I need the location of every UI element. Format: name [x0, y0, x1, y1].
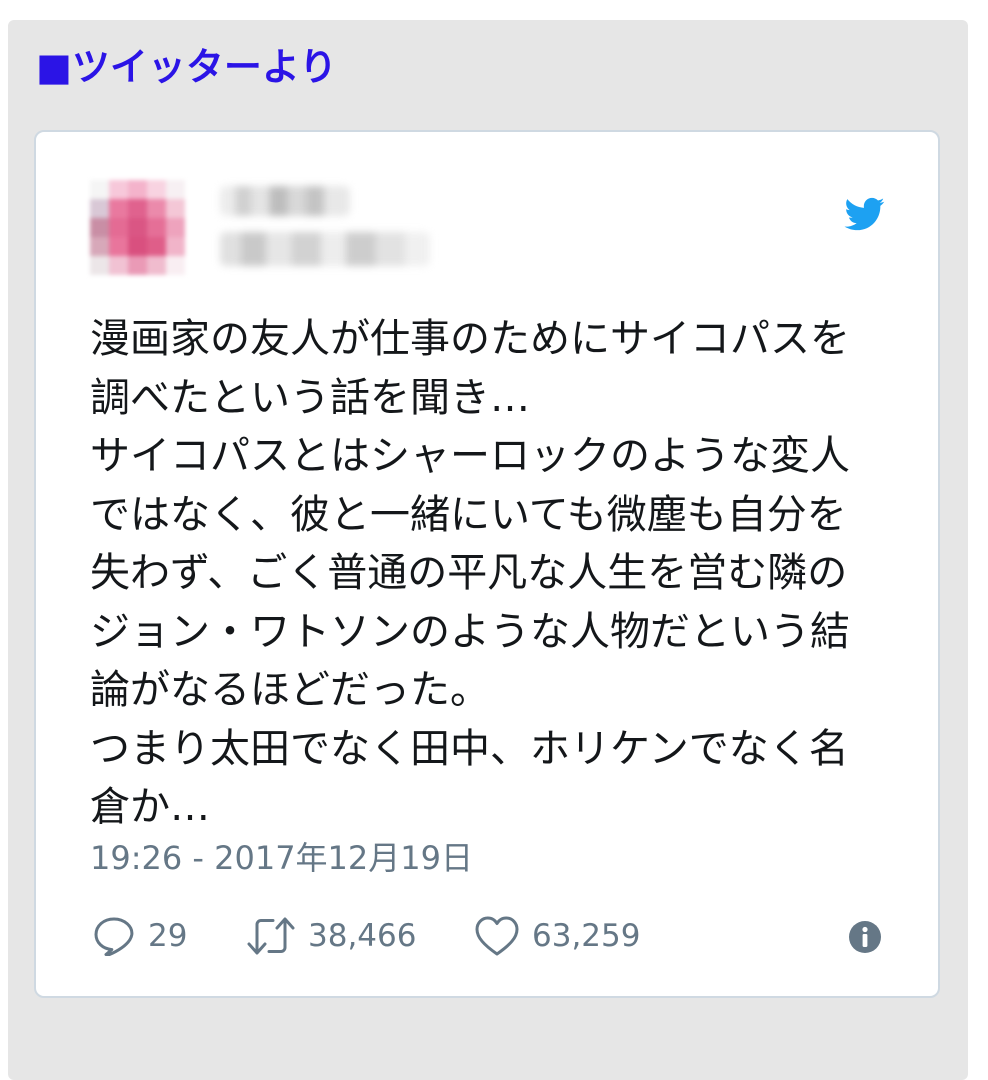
- section-title: ■ツイッターより: [36, 45, 338, 89]
- tweet-text-line: 調べたという話を聞き…: [90, 374, 530, 421]
- user-display-name[interactable]: [220, 186, 350, 216]
- tweet-text-line: つまり太田でなく田中、ホリケンでなく名: [90, 725, 849, 772]
- info-icon[interactable]: [848, 920, 882, 954]
- heart-icon: [475, 916, 519, 956]
- tweet-text-line: ではなく、彼と一緒にいても微塵も自分を: [90, 491, 847, 538]
- tweet-text-line: 倉か…: [90, 784, 210, 830]
- tweet-text-line: 失わず、ごく普通の平凡な人生を営む隣の: [90, 550, 848, 596]
- retweet-icon: [247, 917, 295, 955]
- tweet-text: 漫画家の友人が仕事のためにサイコパスを 調べたという話を聞き… サイコパスとはシ…: [90, 310, 910, 837]
- tweet-timestamp[interactable]: 19:26 - 2017年12月19日: [90, 838, 473, 878]
- like-count: 63,259: [532, 918, 641, 954]
- tweet-card[interactable]: 漫画家の友人が仕事のためにサイコパスを 調べたという話を聞き… サイコパスとはシ…: [34, 130, 940, 998]
- user-handle[interactable]: [220, 232, 430, 266]
- avatar[interactable]: [90, 180, 185, 275]
- reply-count: 29: [148, 918, 188, 954]
- reply-icon: [94, 917, 134, 956]
- twitter-bird-icon[interactable]: [842, 194, 888, 234]
- reply-button[interactable]: 29: [92, 914, 187, 958]
- retweet-count: 38,466: [308, 918, 417, 954]
- tweet-text-line: 漫画家の友人が仕事のためにサイコパスを: [90, 316, 850, 362]
- tweet-text-line: ジョン・ワトソンのような人物だという結: [90, 608, 850, 655]
- retweet-button[interactable]: 38,466: [246, 914, 416, 958]
- tweet-text-line: 論がなるほどだった。: [90, 667, 490, 713]
- like-button[interactable]: 63,259: [474, 914, 640, 958]
- tweet-text-line: サイコパスとはシャーロックのような変人: [90, 433, 850, 479]
